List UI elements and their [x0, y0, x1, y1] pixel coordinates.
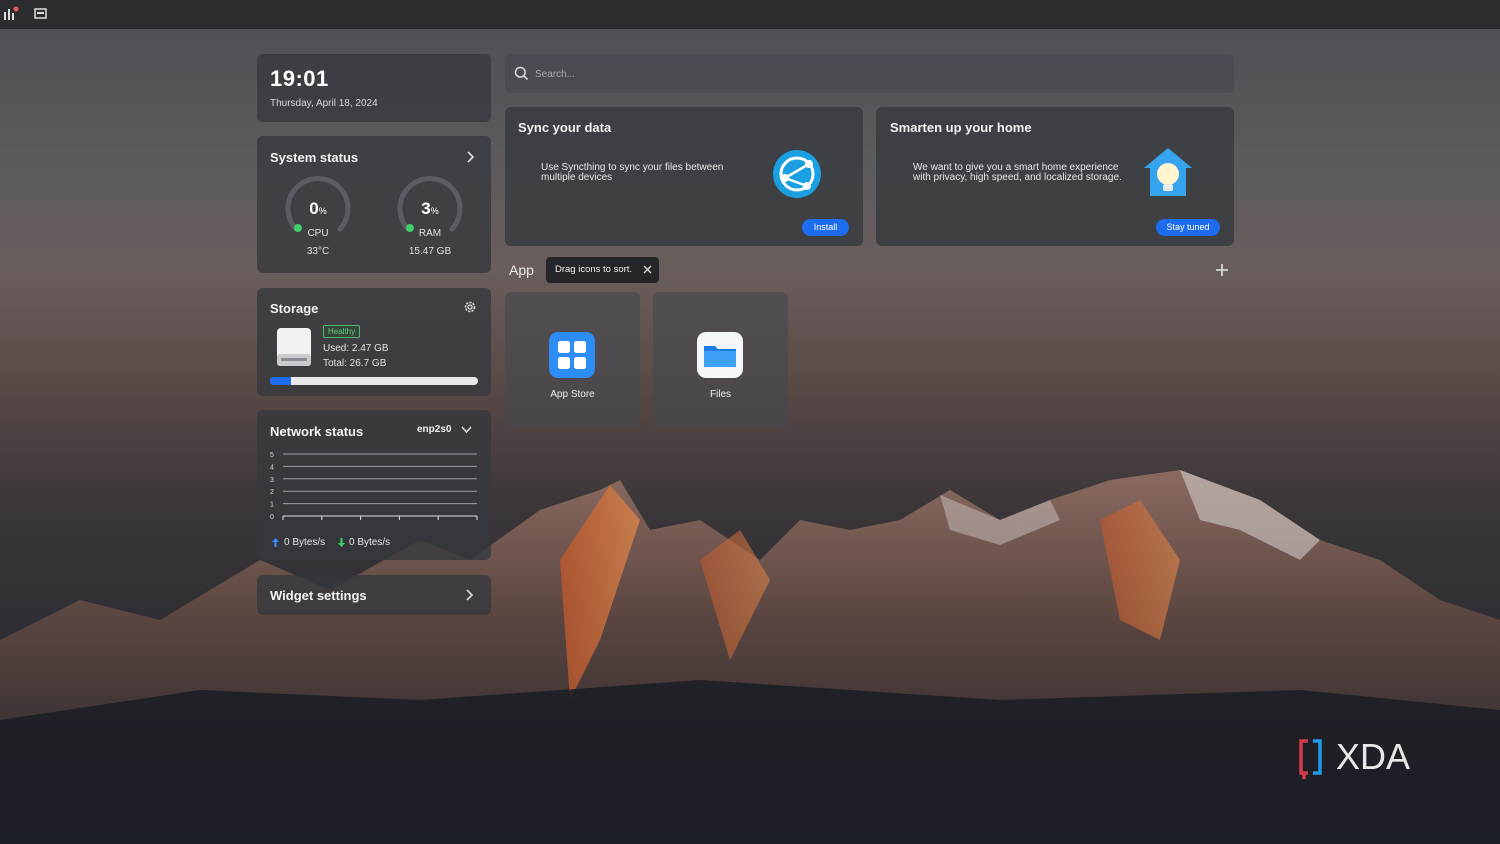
- ram-label: RAM: [418, 228, 442, 239]
- widget-settings-button[interactable]: Widget settings: [257, 575, 491, 615]
- search-bar[interactable]: [505, 54, 1234, 93]
- promo-sync-card: Sync your data Use Syncthing to sync you…: [505, 107, 863, 246]
- chevron-down-icon[interactable]: [461, 425, 472, 434]
- app-store-label: App Store: [550, 389, 595, 400]
- app-tile-files[interactable]: Files: [653, 292, 788, 427]
- clock-date: Thursday, April 18, 2024: [270, 98, 378, 109]
- chevron-right-icon[interactable]: [465, 150, 477, 164]
- storage-used: Used: 2.47 GB: [323, 343, 389, 354]
- network-y-tick: 4: [270, 464, 274, 471]
- network-y-tick: 1: [270, 502, 274, 509]
- network-y-tick: 0: [270, 514, 274, 521]
- network-y-tick: 2: [270, 489, 274, 496]
- syncthing-icon: [773, 150, 821, 198]
- top-taskbar: [0, 0, 1500, 29]
- download-speed: 0 Bytes/s: [349, 537, 391, 548]
- search-input[interactable]: [533, 64, 1217, 84]
- network-y-tick: 3: [270, 477, 274, 484]
- app-tile-app-store[interactable]: App Store: [505, 292, 640, 427]
- sort-tooltip: Drag icons to sort.: [546, 257, 659, 283]
- cpu-temperature: 33°C: [306, 246, 330, 257]
- ram-value: 3%: [421, 199, 439, 218]
- download-arrow-icon: [338, 538, 345, 547]
- xda-watermark-logo: XDA: [1299, 736, 1410, 779]
- network-status-title: Network status: [270, 424, 364, 439]
- network-chart-svg: 5 4 3 2 1 0: [270, 452, 478, 521]
- search-icon: [514, 66, 529, 81]
- files-label: Files: [709, 389, 732, 400]
- upload-arrow-icon: [272, 538, 279, 547]
- storage-title: Storage: [270, 301, 319, 316]
- storage-usage-bar: [270, 377, 478, 385]
- clock-time: 19:01: [270, 66, 329, 91]
- install-button[interactable]: Install: [802, 219, 849, 236]
- hard-drive-icon: [277, 328, 311, 366]
- svg-text:XDA: XDA: [1336, 736, 1410, 777]
- ram-usage: 15.47 GB: [408, 246, 452, 257]
- cpu-label: CPU: [307, 228, 329, 239]
- window-icon[interactable]: [33, 6, 49, 22]
- add-app-icon[interactable]: [1215, 263, 1229, 277]
- storage-total: Total: 26.7 GB: [323, 358, 387, 369]
- cpu-value: 0%: [309, 199, 327, 218]
- network-y-tick: 5: [270, 452, 274, 459]
- promo-smarthome-description: We want to give you a smart home experie…: [913, 162, 1122, 183]
- system-status-widget[interactable]: System status 0% CPU 33°C 3% RAM 15.47 G…: [257, 136, 491, 273]
- promo-sync-description: Use Syncthing to sync your files between…: [541, 162, 724, 183]
- app-store-icon: [549, 332, 595, 378]
- storage-widget[interactable]: Storage Healthy Used: 2.47 GB Total: 26.…: [257, 288, 491, 396]
- promo-sync-title: Sync your data: [518, 120, 612, 135]
- chevron-right-icon: [466, 589, 474, 601]
- network-status-widget: Network status enp2s0 5 4 3 2 1 0 0 Bytes/s 0…: [257, 410, 491, 560]
- system-status-title: System status: [270, 150, 359, 165]
- widget-settings-label: Widget settings: [270, 588, 367, 603]
- network-chart: 5 4 3 2 1 0: [267, 448, 481, 528]
- sort-tooltip-text: Drag icons to sort.: [555, 264, 633, 275]
- smart-home-bulb-icon: [1144, 148, 1192, 196]
- equalizer-icon[interactable]: [3, 6, 19, 22]
- stay-tuned-button[interactable]: Stay tuned: [1156, 219, 1220, 236]
- upload-speed: 0 Bytes/s: [284, 537, 326, 548]
- files-folder-icon: [697, 332, 743, 378]
- storage-usage-fill: [270, 377, 291, 385]
- promo-smarthome-card: Smarten up your home We want to give you…: [876, 107, 1234, 246]
- apps-section-title: App: [509, 262, 534, 278]
- network-interface-select[interactable]: enp2s0: [417, 424, 451, 435]
- storage-health-badge: Healthy: [323, 325, 361, 338]
- close-icon[interactable]: [643, 265, 652, 274]
- promo-smarthome-title: Smarten up your home: [890, 120, 1032, 135]
- clock-widget: 19:01 Thursday, April 18, 2024: [257, 54, 491, 122]
- gear-icon[interactable]: [463, 300, 477, 314]
